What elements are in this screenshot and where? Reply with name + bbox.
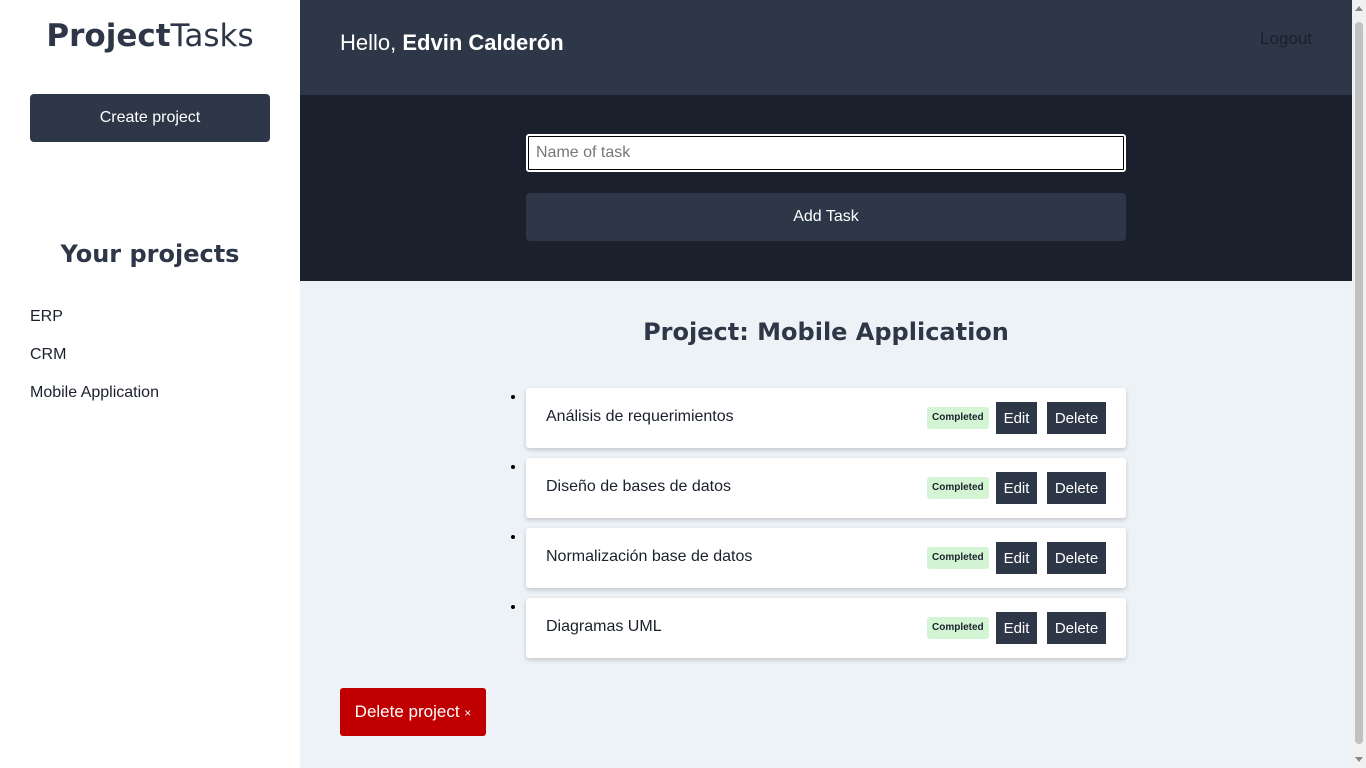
logo-bold: Project	[46, 18, 171, 54]
scroll-down-arrow-icon[interactable]	[1355, 757, 1363, 762]
task-item: Diagramas UML Completed Edit Delete	[526, 598, 1126, 658]
scrollbar-thumb[interactable]	[1355, 22, 1363, 744]
task-name: Diseño de bases de datos	[546, 478, 732, 495]
task-item: Diseño de bases de datos Completed Edit …	[526, 458, 1126, 518]
status-badge[interactable]: Completed	[927, 547, 989, 569]
project-item-mobile-application[interactable]: Mobile Application	[30, 382, 159, 420]
task-item: Normalización base de datos Completed Ed…	[526, 528, 1126, 588]
delete-task-button[interactable]: Delete	[1047, 612, 1106, 644]
page-scrollbar[interactable]	[1352, 0, 1366, 768]
create-project-button[interactable]: Create project	[30, 94, 270, 142]
logout-link[interactable]: Logout	[1260, 29, 1312, 49]
scroll-up-arrow-icon[interactable]	[1355, 6, 1363, 11]
close-icon: ×	[464, 706, 472, 720]
sidebar: ProjectTasks Create project Your project…	[0, 0, 300, 768]
status-badge[interactable]: Completed	[927, 477, 989, 499]
logo-light: Tasks	[170, 18, 254, 54]
status-badge[interactable]: Completed	[927, 407, 989, 429]
delete-task-button[interactable]: Delete	[1047, 472, 1106, 504]
task-name: Análisis de requerimientos	[546, 408, 734, 425]
add-task-button[interactable]: Add Task	[526, 193, 1126, 241]
user-name: Edvin Calderón	[402, 30, 564, 55]
task-item: Análisis de requerimientos Completed Edi…	[526, 388, 1126, 448]
project-title: Project: Mobile Application	[643, 318, 1009, 346]
edit-task-button[interactable]: Edit	[996, 472, 1037, 504]
top-bar: Hello, Edvin Calderón Logout	[300, 0, 1352, 95]
task-name-input[interactable]	[526, 134, 1126, 172]
status-badge[interactable]: Completed	[927, 617, 989, 639]
task-name: Normalización base de datos	[546, 548, 753, 565]
task-name: Diagramas UML	[546, 618, 662, 635]
delete-project-label: Delete project	[354, 702, 460, 721]
task-list: Análisis de requerimientos Completed Edi…	[526, 388, 1126, 668]
edit-task-button[interactable]: Edit	[996, 542, 1037, 574]
your-projects-heading: Your projects	[60, 240, 240, 268]
delete-task-button[interactable]: Delete	[1047, 402, 1106, 434]
project-item-crm[interactable]: CRM	[30, 344, 159, 382]
app-logo: ProjectTasks	[0, 18, 300, 54]
delete-project-button[interactable]: Delete project ×	[340, 688, 486, 736]
project-list: ERP CRM Mobile Application	[30, 306, 159, 420]
edit-task-button[interactable]: Edit	[996, 402, 1037, 434]
project-item-erp[interactable]: ERP	[30, 306, 159, 344]
greeting: Hello, Edvin Calderón	[340, 30, 564, 56]
delete-task-button[interactable]: Delete	[1047, 542, 1106, 574]
greeting-text: Hello,	[340, 30, 397, 55]
task-form: Add Task	[300, 95, 1352, 281]
edit-task-button[interactable]: Edit	[996, 612, 1037, 644]
